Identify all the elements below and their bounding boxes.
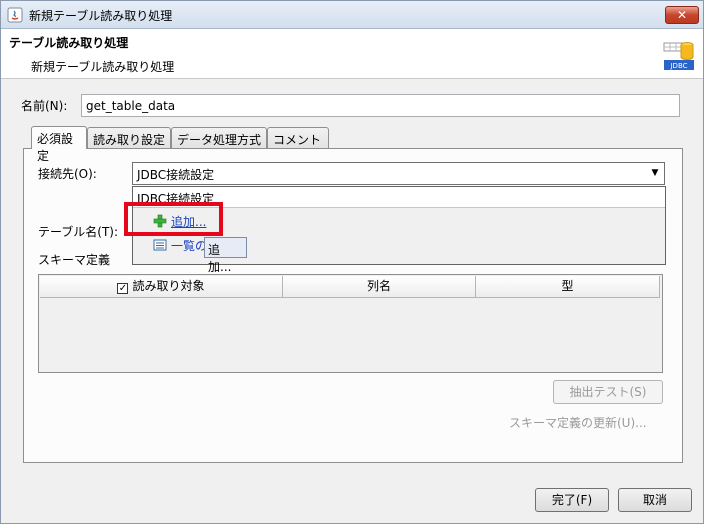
dialog-window: 新規テーブル読み取り処理 ✕ テーブル読み取り処理 新規テーブル読み取り処理 J… [0,0,704,524]
cancel-button[interactable]: 取消 [618,488,692,512]
connection-selected-value: JDBC接続設定 [137,168,215,182]
tab-comment[interactable]: コメント [267,127,329,148]
connection-select[interactable]: JDBC接続設定 ▼ [132,162,665,185]
dialog-header: テーブル読み取り処理 新規テーブル読み取り処理 JDBC [1,29,703,79]
close-button[interactable]: ✕ [665,6,699,24]
column-header-column-name[interactable]: 列名 [283,276,476,298]
dropdown-arrow-icon[interactable]: ▼ [646,163,664,184]
tab-required-settings[interactable]: 必須設定 [31,126,87,163]
tab-data-processing[interactable]: データ処理方式 [171,127,267,148]
header-subtitle: 新規テーブル読み取り処理 [31,60,175,74]
connection-label: 接続先(O): [38,167,97,181]
highlight-box [124,202,223,236]
extract-test-button[interactable]: 抽出テスト(S) [553,380,663,404]
update-schema-button[interactable]: スキーマ定義の更新(U)... [509,414,647,431]
dropdown-list-label: 一覧の [171,238,208,253]
column-header-read-target[interactable]: ✓ 読み取り対象 [40,276,283,298]
tab-read-settings[interactable]: 読み取り設定 [87,127,171,148]
window-title: 新規テーブル読み取り処理 [29,9,173,23]
name-input[interactable] [81,94,680,117]
list-icon [153,239,167,251]
dropdown-list-item[interactable]: 一覧の [153,235,207,255]
jdbc-badge-text: JDBC [669,62,687,70]
schema-table: ✓ 読み取り対象 列名 型 [38,274,663,373]
title-bar: 新規テーブル読み取り処理 ✕ [1,1,703,29]
table-name-label: テーブル名(T): [38,225,119,239]
tooltip: 追加... [204,237,247,274]
header-title: テーブル読み取り処理 [9,36,129,50]
schema-label: スキーマ定義 [38,253,111,267]
jdbc-icon: JDBC [663,42,694,70]
java-app-icon [7,7,23,23]
column-header-read-target-label: 読み取り対象 [132,279,205,293]
column-header-type[interactable]: 型 [476,276,660,298]
name-label: 名前(N): [21,99,68,113]
finish-button[interactable]: 完了(F) [535,488,609,512]
checkbox-icon[interactable]: ✓ [117,283,129,294]
